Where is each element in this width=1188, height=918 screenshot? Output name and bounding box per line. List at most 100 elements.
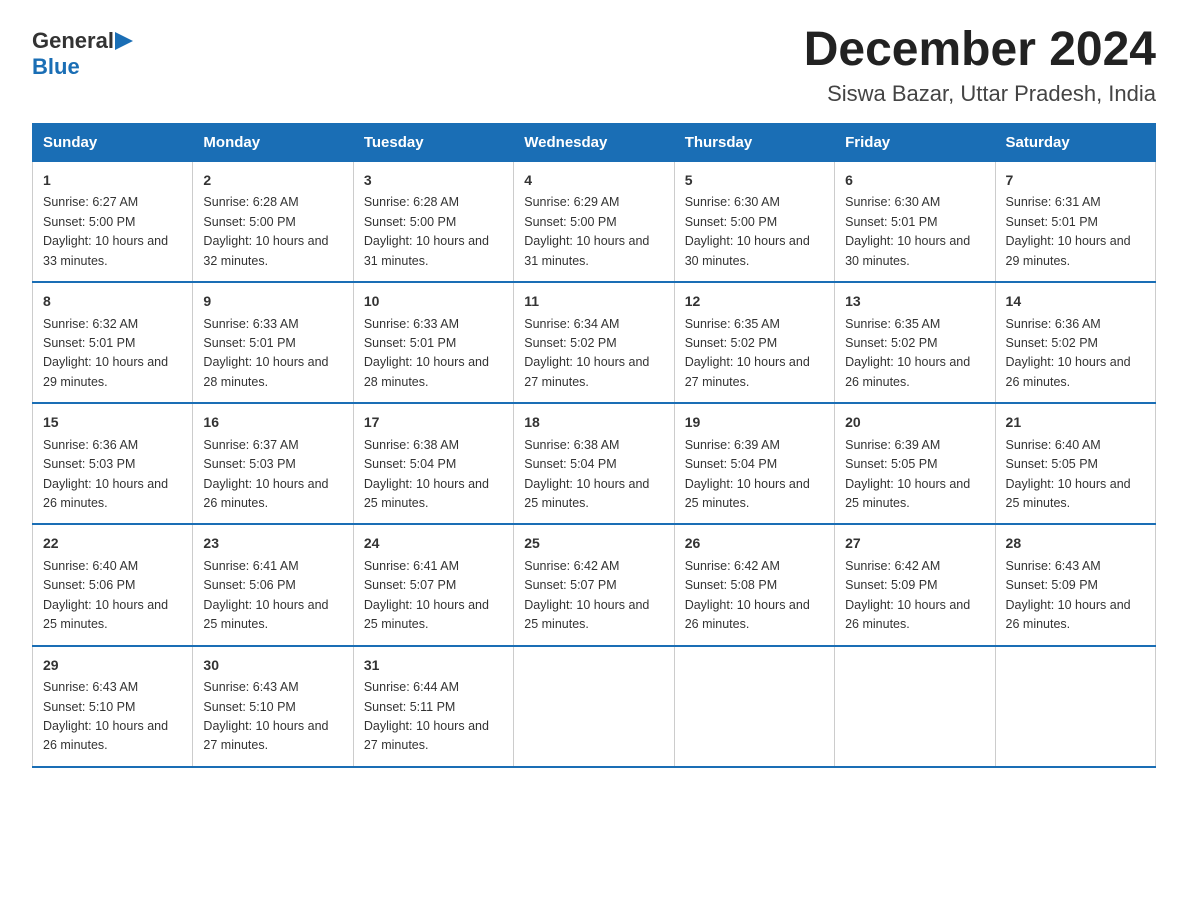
sunrise-text: Sunrise: 6:41 AM	[203, 559, 298, 573]
calendar-cell: 24Sunrise: 6:41 AMSunset: 5:07 PMDayligh…	[353, 524, 513, 645]
sunset-text: Sunset: 5:09 PM	[845, 578, 937, 592]
sunset-text: Sunset: 5:03 PM	[43, 457, 135, 471]
sunset-text: Sunset: 5:02 PM	[524, 336, 616, 350]
sunrise-text: Sunrise: 6:27 AM	[43, 195, 138, 209]
calendar-cell: 22Sunrise: 6:40 AMSunset: 5:06 PMDayligh…	[33, 524, 193, 645]
sunset-text: Sunset: 5:11 PM	[364, 700, 456, 714]
calendar-cell: 3Sunrise: 6:28 AMSunset: 5:00 PMDaylight…	[353, 161, 513, 282]
calendar-cell: 20Sunrise: 6:39 AMSunset: 5:05 PMDayligh…	[835, 403, 995, 524]
day-number: 12	[685, 291, 824, 313]
calendar-header-sunday: Sunday	[33, 123, 193, 161]
sunset-text: Sunset: 5:01 PM	[43, 336, 135, 350]
sunset-text: Sunset: 5:10 PM	[43, 700, 135, 714]
day-number: 10	[364, 291, 503, 313]
calendar-cell: 6Sunrise: 6:30 AMSunset: 5:01 PMDaylight…	[835, 161, 995, 282]
daylight-text: Daylight: 10 hours and 25 minutes.	[364, 477, 489, 510]
sunrise-text: Sunrise: 6:39 AM	[845, 438, 940, 452]
calendar-cell: 15Sunrise: 6:36 AMSunset: 5:03 PMDayligh…	[33, 403, 193, 524]
day-number: 26	[685, 533, 824, 555]
calendar-cell: 9Sunrise: 6:33 AMSunset: 5:01 PMDaylight…	[193, 282, 353, 403]
day-number: 8	[43, 291, 182, 313]
calendar-week-row-2: 8 Sunrise: 6:32 AM Sunset: 5:01 PM Daylight…	[33, 282, 1156, 403]
daylight-text: Daylight: 10 hours and 25 minutes.	[685, 477, 810, 510]
calendar-header-wednesday: Wednesday	[514, 123, 674, 161]
logo-general-text: General	[32, 28, 114, 54]
sunrise-text: Sunrise: 6:33 AM	[364, 317, 459, 331]
day-number: 3	[364, 170, 503, 192]
sunset-text: Sunset: 5:05 PM	[1006, 457, 1098, 471]
sunrise-text: Sunrise: 6:42 AM	[845, 559, 940, 573]
calendar-header-thursday: Thursday	[674, 123, 834, 161]
calendar-cell	[674, 646, 834, 767]
sunset-text: Sunset: 5:02 PM	[845, 336, 937, 350]
daylight-text: Daylight: 10 hours and 26 minutes.	[845, 355, 970, 388]
calendar-week-row-1: 1 Sunrise: 6:27 AM Sunset: 5:00 PM Daylight…	[33, 161, 1156, 282]
sunset-text: Sunset: 5:09 PM	[1006, 578, 1098, 592]
daylight-text: Daylight: 10 hours and 26 minutes.	[845, 598, 970, 631]
calendar-header-friday: Friday	[835, 123, 995, 161]
day-number: 15	[43, 412, 182, 434]
calendar-cell: 16Sunrise: 6:37 AMSunset: 5:03 PMDayligh…	[193, 403, 353, 524]
sunset-text: Sunset: 5:02 PM	[1006, 336, 1098, 350]
daylight-text: Daylight: 10 hours and 33 minutes.	[43, 234, 168, 267]
daylight-text: Daylight: 10 hours and 25 minutes.	[364, 598, 489, 631]
calendar-header-saturday: Saturday	[995, 123, 1155, 161]
main-title: December 2024	[804, 24, 1156, 77]
day-number: 24	[364, 533, 503, 555]
logo: General Blue	[32, 24, 134, 80]
day-number: 16	[203, 412, 342, 434]
sunset-text: Sunset: 5:03 PM	[203, 457, 295, 471]
day-number: 21	[1006, 412, 1145, 434]
sunrise-text: Sunrise: 6:37 AM	[203, 438, 298, 452]
day-number: 18	[524, 412, 663, 434]
day-number: 30	[203, 655, 342, 677]
daylight-text: Daylight: 10 hours and 25 minutes.	[203, 598, 328, 631]
sunset-text: Sunset: 5:07 PM	[524, 578, 616, 592]
sunrise-text: Sunrise: 6:42 AM	[685, 559, 780, 573]
calendar-cell: 19Sunrise: 6:39 AMSunset: 5:04 PMDayligh…	[674, 403, 834, 524]
daylight-text: Daylight: 10 hours and 31 minutes.	[364, 234, 489, 267]
day-number: 29	[43, 655, 182, 677]
day-number: 23	[203, 533, 342, 555]
sunrise-text: Sunrise: 6:28 AM	[203, 195, 298, 209]
day-number: 28	[1006, 533, 1145, 555]
calendar-cell: 28Sunrise: 6:43 AMSunset: 5:09 PMDayligh…	[995, 524, 1155, 645]
daylight-text: Daylight: 10 hours and 26 minutes.	[1006, 598, 1131, 631]
sunset-text: Sunset: 5:06 PM	[203, 578, 295, 592]
calendar-header-row: SundayMondayTuesdayWednesdayThursdayFrid…	[33, 123, 1156, 161]
sunset-text: Sunset: 5:00 PM	[43, 215, 135, 229]
sunrise-text: Sunrise: 6:32 AM	[43, 317, 138, 331]
sunset-text: Sunset: 5:02 PM	[685, 336, 777, 350]
subtitle: Siswa Bazar, Uttar Pradesh, India	[804, 81, 1156, 107]
calendar-week-row-5: 29Sunrise: 6:43 AMSunset: 5:10 PMDayligh…	[33, 646, 1156, 767]
day-number: 11	[524, 291, 663, 313]
daylight-text: Daylight: 10 hours and 26 minutes.	[43, 719, 168, 752]
day-number: 27	[845, 533, 984, 555]
day-number: 19	[685, 412, 824, 434]
sunset-text: Sunset: 5:06 PM	[43, 578, 135, 592]
sunrise-text: Sunrise: 6:30 AM	[845, 195, 940, 209]
sunrise-text: Sunrise: 6:36 AM	[1006, 317, 1101, 331]
sunrise-text: Sunrise: 6:30 AM	[685, 195, 780, 209]
sunrise-text: Sunrise: 6:36 AM	[43, 438, 138, 452]
sunset-text: Sunset: 5:01 PM	[364, 336, 456, 350]
calendar-week-row-3: 15 Sunrise: 6:36 AM Sunset: 5:03 PM Dayligh…	[33, 403, 1156, 524]
daylight-text: Daylight: 10 hours and 27 minutes.	[685, 355, 810, 388]
daylight-text: Daylight: 10 hours and 32 minutes.	[203, 234, 328, 267]
sunset-text: Sunset: 5:01 PM	[1006, 215, 1098, 229]
day-number: 1	[43, 170, 182, 192]
sunset-text: Sunset: 5:08 PM	[685, 578, 777, 592]
daylight-text: Daylight: 10 hours and 29 minutes.	[43, 355, 168, 388]
daylight-text: Daylight: 10 hours and 27 minutes.	[364, 719, 489, 752]
calendar-cell: 18Sunrise: 6:38 AMSunset: 5:04 PMDayligh…	[514, 403, 674, 524]
sunrise-text: Sunrise: 6:28 AM	[364, 195, 459, 209]
calendar-cell: 21Sunrise: 6:40 AMSunset: 5:05 PMDayligh…	[995, 403, 1155, 524]
sunrise-text: Sunrise: 6:31 AM	[1006, 195, 1101, 209]
sunrise-text: Sunrise: 6:29 AM	[524, 195, 619, 209]
day-number: 2	[203, 170, 342, 192]
calendar-cell: 1 Sunrise: 6:27 AM Sunset: 5:00 PM Daylight…	[33, 161, 193, 282]
calendar-week-row-4: 22Sunrise: 6:40 AMSunset: 5:06 PMDayligh…	[33, 524, 1156, 645]
sunrise-text: Sunrise: 6:35 AM	[685, 317, 780, 331]
calendar-cell	[995, 646, 1155, 767]
sunset-text: Sunset: 5:01 PM	[203, 336, 295, 350]
